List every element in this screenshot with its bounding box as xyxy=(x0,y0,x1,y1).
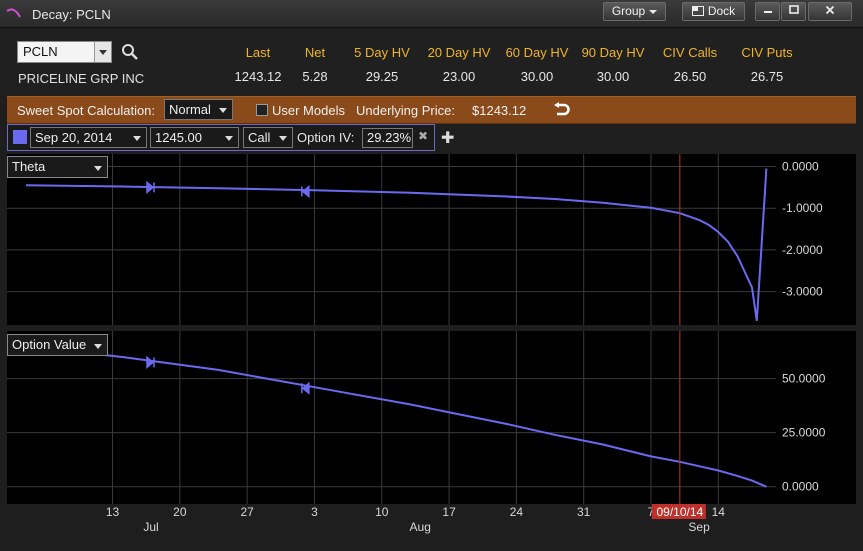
header-civ-calls: CIV Calls xyxy=(662,45,718,60)
x-month-label: Jul xyxy=(143,520,158,534)
y-tick-label: -3.0000 xyxy=(782,285,823,299)
option-iv-value: 29.23% xyxy=(367,130,412,145)
chevron-down-icon xyxy=(279,136,287,141)
chevron-down-icon xyxy=(94,344,102,349)
expiry-value: Sep 20, 2014 xyxy=(35,130,113,145)
y-tick-label: -2.0000 xyxy=(782,243,823,257)
option-value-select-value: Option Value xyxy=(12,337,87,352)
y-tick-label: 25.0000 xyxy=(782,426,826,440)
app-icon xyxy=(6,8,21,18)
series-color-swatch[interactable] xyxy=(13,130,27,144)
dock-button[interactable]: Dock xyxy=(682,2,745,21)
user-models-label: User Models xyxy=(272,103,345,118)
x-tick-label: 14 xyxy=(712,505,726,519)
y-tick-label: 0.0000 xyxy=(782,480,819,494)
group-label: Group xyxy=(611,4,646,18)
theta-greek-select[interactable]: Theta xyxy=(7,156,108,178)
underlying-price-label: Underlying Price: xyxy=(356,103,455,118)
title-bar: Decay: PCLN Group Dock xyxy=(0,0,863,28)
company-name: PRICELINE GRP INC xyxy=(18,71,145,86)
header-90day-hv: 90 Day HV xyxy=(581,45,645,60)
remove-option-icon[interactable]: ✖ xyxy=(418,129,428,143)
reset-icon[interactable] xyxy=(553,102,571,118)
user-models-checkbox[interactable] xyxy=(256,104,268,116)
expiry-select[interactable]: Sep 20, 2014 xyxy=(30,127,147,148)
value-20day-hv: 23.00 xyxy=(442,69,476,84)
option-iv-label: Option IV: xyxy=(297,130,355,145)
chevron-down-icon xyxy=(133,136,141,141)
dock-label: Dock xyxy=(707,4,736,18)
dock-icon xyxy=(691,6,704,16)
value-civ-calls: 26.50 xyxy=(673,69,707,84)
symbol-input[interactable]: PCLN xyxy=(17,41,112,63)
x-month-label: Sep xyxy=(688,520,710,534)
calculation-mode-value: Normal xyxy=(169,102,211,117)
sweet-spot-label: Sweet Spot Calculation: xyxy=(17,103,156,118)
x-tick-label: 27 xyxy=(240,505,254,519)
chevron-down-icon xyxy=(649,9,658,14)
y-tick-label: -1.0000 xyxy=(782,201,823,215)
current-date-label: 09/10/14 xyxy=(656,505,703,519)
minimize-button[interactable] xyxy=(755,2,780,21)
option-type-value: Call xyxy=(248,130,271,145)
add-option-icon[interactable]: ✚ xyxy=(441,128,454,148)
x-tick-label: 20 xyxy=(173,505,187,519)
sweet-spot-bar: Sweet Spot Calculation: Normal User Mode… xyxy=(7,96,856,124)
strike-value: 1245.00 xyxy=(155,130,202,145)
value-60day-hv: 30.00 xyxy=(520,69,554,84)
value-5day-hv: 29.25 xyxy=(365,69,399,84)
maximize-icon xyxy=(788,5,799,14)
y-tick-label: 0.0000 xyxy=(782,160,819,174)
x-tick-label: 24 xyxy=(510,505,524,519)
header-civ-puts: CIV Puts xyxy=(741,45,793,60)
y-tick-label: 50.0000 xyxy=(782,372,826,386)
maximize-button[interactable] xyxy=(781,2,806,21)
option-iv-input[interactable]: 29.23% xyxy=(362,128,413,148)
close-icon xyxy=(825,5,835,15)
x-tick-label: 31 xyxy=(577,505,591,519)
theta-panel-bg xyxy=(7,154,856,325)
chevron-down-icon xyxy=(219,108,227,113)
quote-area: PCLN PRICELINE GRP INC Last Net 5 Day HV… xyxy=(0,29,863,95)
x-month-label: Aug xyxy=(410,520,431,534)
value-civ-puts: 26.75 xyxy=(750,69,784,84)
option-value-panel-bg xyxy=(7,331,856,504)
option-type-select[interactable]: Call xyxy=(243,127,293,148)
calculation-mode-select[interactable]: Normal xyxy=(164,99,233,120)
theta-select-value: Theta xyxy=(12,159,46,174)
header-60day-hv: 60 Day HV xyxy=(505,45,569,60)
decay-chart: 13 20 27 3 10 17 24 31 7 14Jul Aug Sep0.0000-1.0000… xyxy=(7,154,856,534)
symbol-value: PCLN xyxy=(23,44,58,59)
option-row: Sep 20, 2014 1245.00 Call Option IV: 29.… xyxy=(7,124,435,151)
x-tick-label: 13 xyxy=(106,505,120,519)
close-button[interactable] xyxy=(808,2,852,21)
option-value-select[interactable]: Option Value xyxy=(7,334,108,356)
x-tick-label: 17 xyxy=(442,505,456,519)
search-icon[interactable] xyxy=(121,43,139,61)
x-tick-label: 3 xyxy=(311,505,318,519)
value-90day-hv: 30.00 xyxy=(596,69,630,84)
minimize-icon xyxy=(763,11,772,13)
x-tick-label: 10 xyxy=(375,505,389,519)
group-button[interactable]: Group xyxy=(603,2,666,21)
header-20day-hv: 20 Day HV xyxy=(427,45,491,60)
window-title: Decay: PCLN xyxy=(32,7,111,22)
symbol-dropdown-button[interactable] xyxy=(94,42,111,62)
chevron-down-icon xyxy=(94,166,102,171)
header-5day-hv: 5 Day HV xyxy=(354,45,410,60)
underlying-price-value: $1243.12 xyxy=(472,103,527,118)
chevron-down-icon xyxy=(225,136,233,141)
strike-select[interactable]: 1245.00 xyxy=(150,127,239,148)
